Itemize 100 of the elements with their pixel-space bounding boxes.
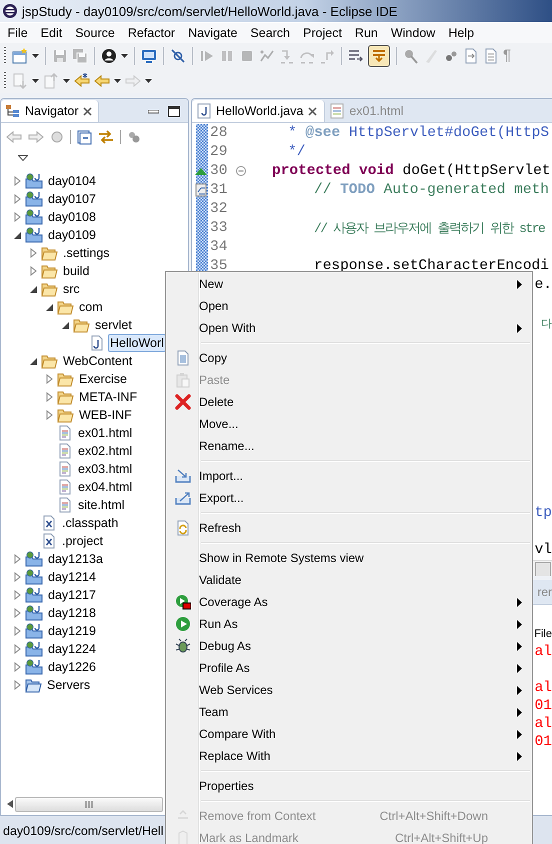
collapse-all-icon[interactable] [77,130,92,144]
expanded-arrow-icon[interactable] [46,304,52,310]
close-icon[interactable] [308,106,318,116]
tree-item[interactable]: WebContent [61,352,134,370]
collapsed-arrow-icon[interactable] [14,662,20,672]
menu-item[interactable]: Validate [199,574,506,586]
collapsed-arrow-icon[interactable] [14,680,20,690]
scroll-left-icon[interactable] [7,800,13,808]
tree-item[interactable]: WEB-INF [77,406,134,424]
monitor-icon[interactable] [141,48,157,64]
tree-item[interactable]: src [61,280,82,298]
tree-item[interactable]: ex02.html [76,442,134,460]
minimize-icon[interactable] [148,110,159,114]
expanded-arrow-icon[interactable] [14,232,20,238]
menu-item[interactable]: Refactor [121,26,182,40]
back-icon[interactable] [6,129,22,145]
menu-item[interactable]: Run [348,26,384,40]
tree-item[interactable]: Exercise [77,370,129,388]
skip-breakpoints-icon[interactable] [170,48,186,64]
caret-icon[interactable] [145,78,152,82]
menu-item[interactable]: Rename... [199,440,506,452]
caret-icon[interactable] [32,78,39,82]
menu-item[interactable]: Replace With [199,750,506,762]
menu-item[interactable]: New [199,278,506,290]
tree-item[interactable]: day1219 [46,622,98,640]
tree-item[interactable]: HelloWorl [108,334,166,352]
tree-item[interactable]: build [61,262,92,280]
caret-icon[interactable] [121,54,128,58]
tree-item[interactable]: .settings [61,244,112,262]
collapsed-arrow-icon[interactable] [14,176,20,186]
caret-icon[interactable] [32,54,39,58]
tree-item[interactable]: day1213a [46,550,105,568]
menu-item[interactable]: Show in Remote Systems view [199,552,506,564]
menu-item[interactable]: File [1,26,34,40]
menu-item[interactable]: Search [244,26,297,40]
close-icon[interactable] [82,106,92,116]
step-filter-icon[interactable] [368,44,390,66]
menu-item[interactable]: Export... [199,492,506,504]
maximize-icon[interactable] [168,106,180,117]
collapsed-arrow-icon[interactable] [46,410,52,420]
collapsed-arrow-icon[interactable] [30,266,36,276]
tree-item[interactable]: ex03.html [76,460,134,478]
tree-item[interactable]: ex04.html [76,478,134,496]
menu-item[interactable]: Navigate [182,26,244,40]
tree-item[interactable]: day1214 [46,568,98,586]
navigator-tab[interactable]: Navigator [1,100,98,122]
tree-item[interactable]: META-INF [77,388,140,406]
tree-item[interactable]: day1217 [46,586,98,604]
tree-item[interactable]: ex01.html [76,424,134,442]
menu-item[interactable]: Profile As [199,662,506,674]
tree-item[interactable]: site.html [76,496,127,514]
menu-item[interactable]: Open With [199,322,506,334]
last-edit-icon[interactable] [74,72,90,88]
tree-item[interactable]: day0108 [46,208,98,226]
menu-item[interactable]: Delete [199,396,506,408]
menu-item[interactable]: Edit [34,26,69,40]
drop-frame-icon[interactable] [348,48,364,64]
link-with-editor-icon[interactable] [98,129,114,145]
tree-item[interactable]: day0104 [46,172,98,190]
menu-item[interactable]: Move... [199,418,506,430]
menu-item[interactable]: Project [296,26,348,40]
menu-item[interactable]: Open [199,300,506,312]
collapsed-arrow-icon[interactable] [14,212,20,222]
menu-item[interactable]: Window [384,26,442,40]
collapsed-arrow-icon[interactable] [14,554,20,564]
menu-item[interactable]: Coverage As [199,596,506,608]
caret-icon[interactable] [114,78,121,82]
tree-item[interactable]: com [77,298,105,316]
menu-item[interactable]: Compare With [199,728,506,740]
menu-item[interactable]: Web Services [199,684,506,696]
menu-item[interactable]: Import... [199,470,506,482]
menu-item[interactable]: Refresh [199,522,506,534]
menu-item[interactable]: Run As [199,618,506,630]
tree-item[interactable]: day1226 [46,658,98,676]
tree-item[interactable]: day1224 [46,640,98,658]
collapsed-arrow-icon[interactable] [14,608,20,618]
collapsed-arrow-icon[interactable] [30,248,36,258]
tree-item[interactable]: servlet [93,316,134,334]
caret-icon[interactable] [63,78,70,82]
scrollbar-thumb[interactable] [535,562,551,577]
view-menu-icon[interactable] [18,155,28,161]
tree-item[interactable]: .project [60,532,105,550]
tree-item[interactable]: .classpath [60,514,120,532]
collapsed-arrow-icon[interactable] [14,626,20,636]
menu-item[interactable]: Help [442,26,481,40]
new-window-icon[interactable] [12,48,28,64]
tree-item[interactable]: Servers [45,676,92,694]
editor-tab[interactable]: HelloWorld.java [192,100,326,122]
expanded-arrow-icon[interactable] [30,358,36,364]
document-icon[interactable] [483,48,499,64]
tree-item[interactable]: day1218 [46,604,98,622]
tree-item[interactable]: day0109 [46,226,98,244]
person-icon[interactable] [101,48,117,64]
expanded-arrow-icon[interactable] [62,322,68,328]
menu-item[interactable]: Properties [199,780,506,792]
menu-item[interactable]: Debug As [199,640,506,652]
menu-item[interactable]: Team [199,706,506,718]
forward-icon[interactable] [28,129,44,145]
collapse-icon[interactable] [236,166,246,176]
collapsed-arrow-icon[interactable] [46,392,52,402]
